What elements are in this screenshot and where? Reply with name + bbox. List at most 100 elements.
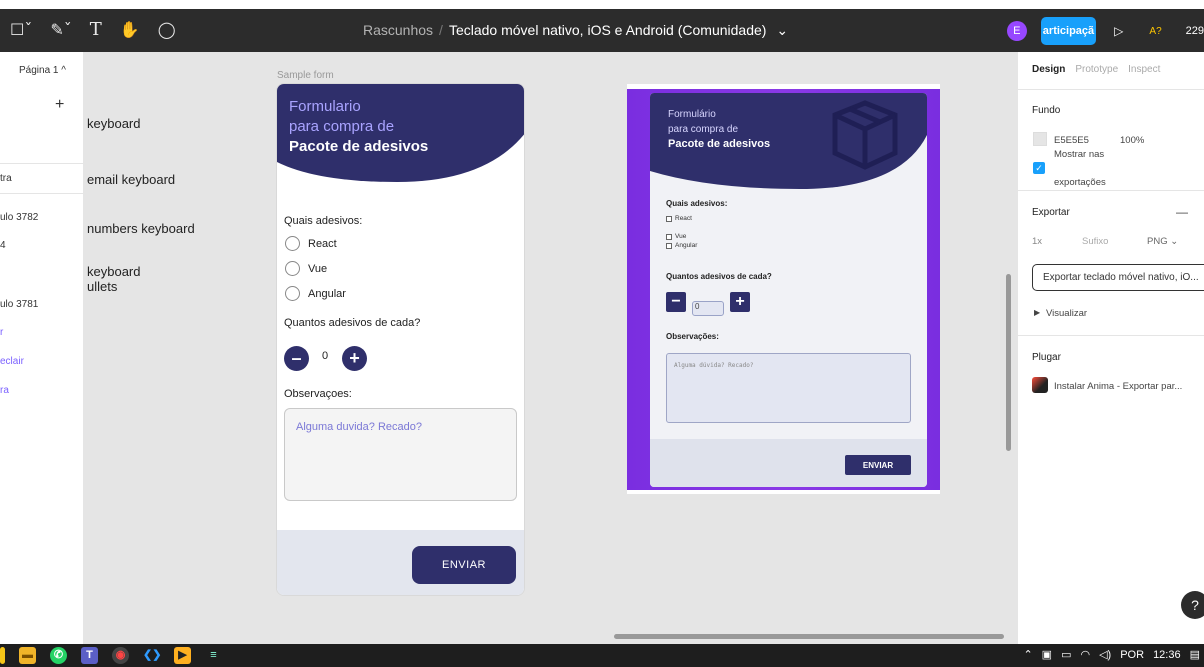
design-canvas[interactable]: keyboard email keyboard numbers keyboard… <box>84 52 1017 644</box>
breadcrumb-parent[interactable]: Rascunhos <box>363 22 433 38</box>
radio-circle[interactable] <box>285 261 300 276</box>
tab-design[interactable]: Design <box>1032 64 1065 75</box>
preview-frame[interactable]: Formulário para compra de Pacote de ades… <box>627 84 940 494</box>
help-button[interactable]: ? <box>1181 591 1204 619</box>
divider <box>1018 335 1204 336</box>
preview-notes-textarea[interactable]: Alguma dúvida? Recado? <box>666 353 911 423</box>
preview-checkbox-react[interactable]: React <box>666 215 692 223</box>
export-scale[interactable]: 1x <box>1032 236 1042 247</box>
hand-tool-icon[interactable]: ✋ <box>120 21 140 39</box>
preview-send-button[interactable]: ENVIAR <box>845 455 911 475</box>
expand-triangle-icon[interactable]: ▶ <box>1034 308 1040 317</box>
decrement-button[interactable]: – <box>284 346 309 371</box>
radio-angular[interactable]: Angular <box>285 286 346 301</box>
checkbox-label: React <box>675 215 692 222</box>
frame-label[interactable]: email keyboard <box>87 172 175 187</box>
radio-circle[interactable] <box>285 236 300 251</box>
app-icon[interactable] <box>0 647 5 664</box>
present-play-icon[interactable]: ▷ <box>1114 24 1123 38</box>
notification-icon[interactable]: ▤ <box>1190 648 1200 661</box>
frame-tool-icon[interactable]: ☐ˇ <box>10 21 32 39</box>
increment-button[interactable]: + <box>342 346 367 371</box>
horizontal-scrollbar[interactable] <box>614 634 1004 639</box>
remove-export-icon[interactable]: — <box>1176 205 1188 219</box>
radio-circle[interactable] <box>285 286 300 301</box>
preview-checkbox-vue[interactable]: Vue <box>666 233 686 241</box>
export-format-select[interactable]: PNG ⌄ <box>1147 236 1178 247</box>
zoom-level[interactable]: 229 <box>1186 25 1204 37</box>
layer-item[interactable]: ra <box>0 385 9 396</box>
layer-item[interactable]: ulo 3781 <box>0 299 38 310</box>
layer-item[interactable]: eclair <box>0 356 24 367</box>
page-selector[interactable]: Página 1 ^ <box>19 65 66 76</box>
layer-item[interactable]: ulo 3782 <box>0 212 38 223</box>
layers-panel: Página 1 ^ + tra ulo 3782 4 ulo 3781 r e… <box>0 52 84 644</box>
taskbar-apps: ▬ ✆ T ◉ ❮❯ ▶ ≡ <box>0 647 222 664</box>
notes-app-icon[interactable]: ≡ <box>205 647 222 664</box>
show-in-exports-checkbox[interactable]: ✓ <box>1033 162 1045 174</box>
divider <box>0 163 84 164</box>
sample-form-label[interactable]: Sample form <box>277 70 334 81</box>
vertical-scrollbar[interactable] <box>1006 274 1011 451</box>
preview-toggle[interactable]: Visualizar <box>1046 308 1087 319</box>
user-avatar[interactable]: E <box>1006 21 1027 41</box>
layer-item[interactable]: r <box>0 327 3 338</box>
battery-icon[interactable]: ▭ <box>1061 648 1071 661</box>
font-warning-icon[interactable]: A? <box>1149 26 1161 37</box>
divider <box>1018 190 1204 191</box>
vscode-icon[interactable]: ❮❯ <box>143 647 161 664</box>
share-button[interactable]: articipaçã <box>1040 17 1097 45</box>
layer-item[interactable]: 4 <box>0 240 6 251</box>
teams-icon[interactable]: T <box>81 647 98 664</box>
form-title-line1: Formulario <box>289 98 361 115</box>
send-button[interactable]: ENVIAR <box>412 546 516 584</box>
checkbox-label: Angular <box>675 242 698 249</box>
frame-label[interactable]: keyboard <box>87 116 140 131</box>
radio-react[interactable]: React <box>285 236 337 251</box>
preview-background: Formulário para compra de Pacote de ades… <box>627 89 940 490</box>
checkbox-box[interactable] <box>666 216 672 222</box>
form-footer: ENVIAR <box>277 530 524 595</box>
frame-label[interactable]: numbers keyboard <box>87 221 195 236</box>
radio-vue[interactable]: Vue <box>285 261 327 276</box>
volume-icon[interactable]: ◁) <box>1099 648 1111 661</box>
tab-prototype[interactable]: Prototype <box>1075 64 1118 75</box>
notes-textarea[interactable]: Alguma duvida? Recado? <box>284 408 517 501</box>
file-explorer-icon[interactable]: ▬ <box>19 647 36 664</box>
file-title[interactable]: Rascunhos / Teclado móvel nativo, iOS e An… <box>363 22 788 39</box>
preview-checkbox-angular[interactable]: Angular <box>666 242 697 250</box>
pen-tool-icon[interactable]: ✎ˇ <box>50 21 71 39</box>
frame-label[interactable]: keyboard <box>87 264 140 279</box>
wifi-icon[interactable]: ◠ <box>1080 648 1090 661</box>
question-notes: Observaçoes: <box>284 388 352 400</box>
preview-footer: ENVIAR <box>650 439 927 487</box>
tray-app-icon[interactable]: ▣ <box>1042 648 1052 661</box>
frame-label[interactable]: ullets <box>87 279 117 294</box>
preview-title-line3: Pacote de adesivos <box>668 138 771 150</box>
clock[interactable]: 12:36 <box>1153 649 1181 661</box>
comment-tool-icon[interactable]: ◯ <box>158 21 176 39</box>
install-plugin-link[interactable]: Instalar Anima - Exportar par... <box>1054 381 1182 392</box>
background-opacity[interactable]: 100% <box>1120 135 1144 146</box>
preview-quantity-input[interactable]: 0 <box>692 301 724 316</box>
layer-item[interactable]: tra <box>0 173 12 184</box>
background-color-swatch[interactable] <box>1033 132 1047 146</box>
add-page-icon[interactable]: + <box>55 96 64 114</box>
file-name[interactable]: Teclado móvel nativo, iOS e Android (Com… <box>449 22 767 38</box>
tab-inspect[interactable]: Inspect <box>1128 64 1160 75</box>
background-hex[interactable]: E5E5E5 <box>1054 135 1089 146</box>
checkbox-box[interactable] <box>666 234 672 240</box>
whatsapp-icon[interactable]: ✆ <box>50 647 67 664</box>
export-button[interactable]: Exportar teclado móvel nativo, iO... <box>1032 264 1204 291</box>
export-suffix-input[interactable]: Sufixo <box>1082 236 1108 247</box>
chevron-down-icon[interactable]: ⌄ <box>776 22 788 38</box>
text-tool-icon[interactable]: T <box>90 21 102 39</box>
preview-increment-button[interactable]: + <box>730 292 750 312</box>
tray-expand-icon[interactable]: ⌃ <box>1023 648 1032 661</box>
sample-form-frame[interactable]: Formulario para compra de Pacote de ades… <box>276 83 525 596</box>
checkbox-box[interactable] <box>666 243 672 249</box>
media-app-icon[interactable]: ▶ <box>174 647 191 664</box>
language-indicator[interactable]: POR <box>1120 649 1144 661</box>
chrome-icon[interactable]: ◉ <box>112 647 129 664</box>
preview-decrement-button[interactable]: − <box>666 292 686 312</box>
